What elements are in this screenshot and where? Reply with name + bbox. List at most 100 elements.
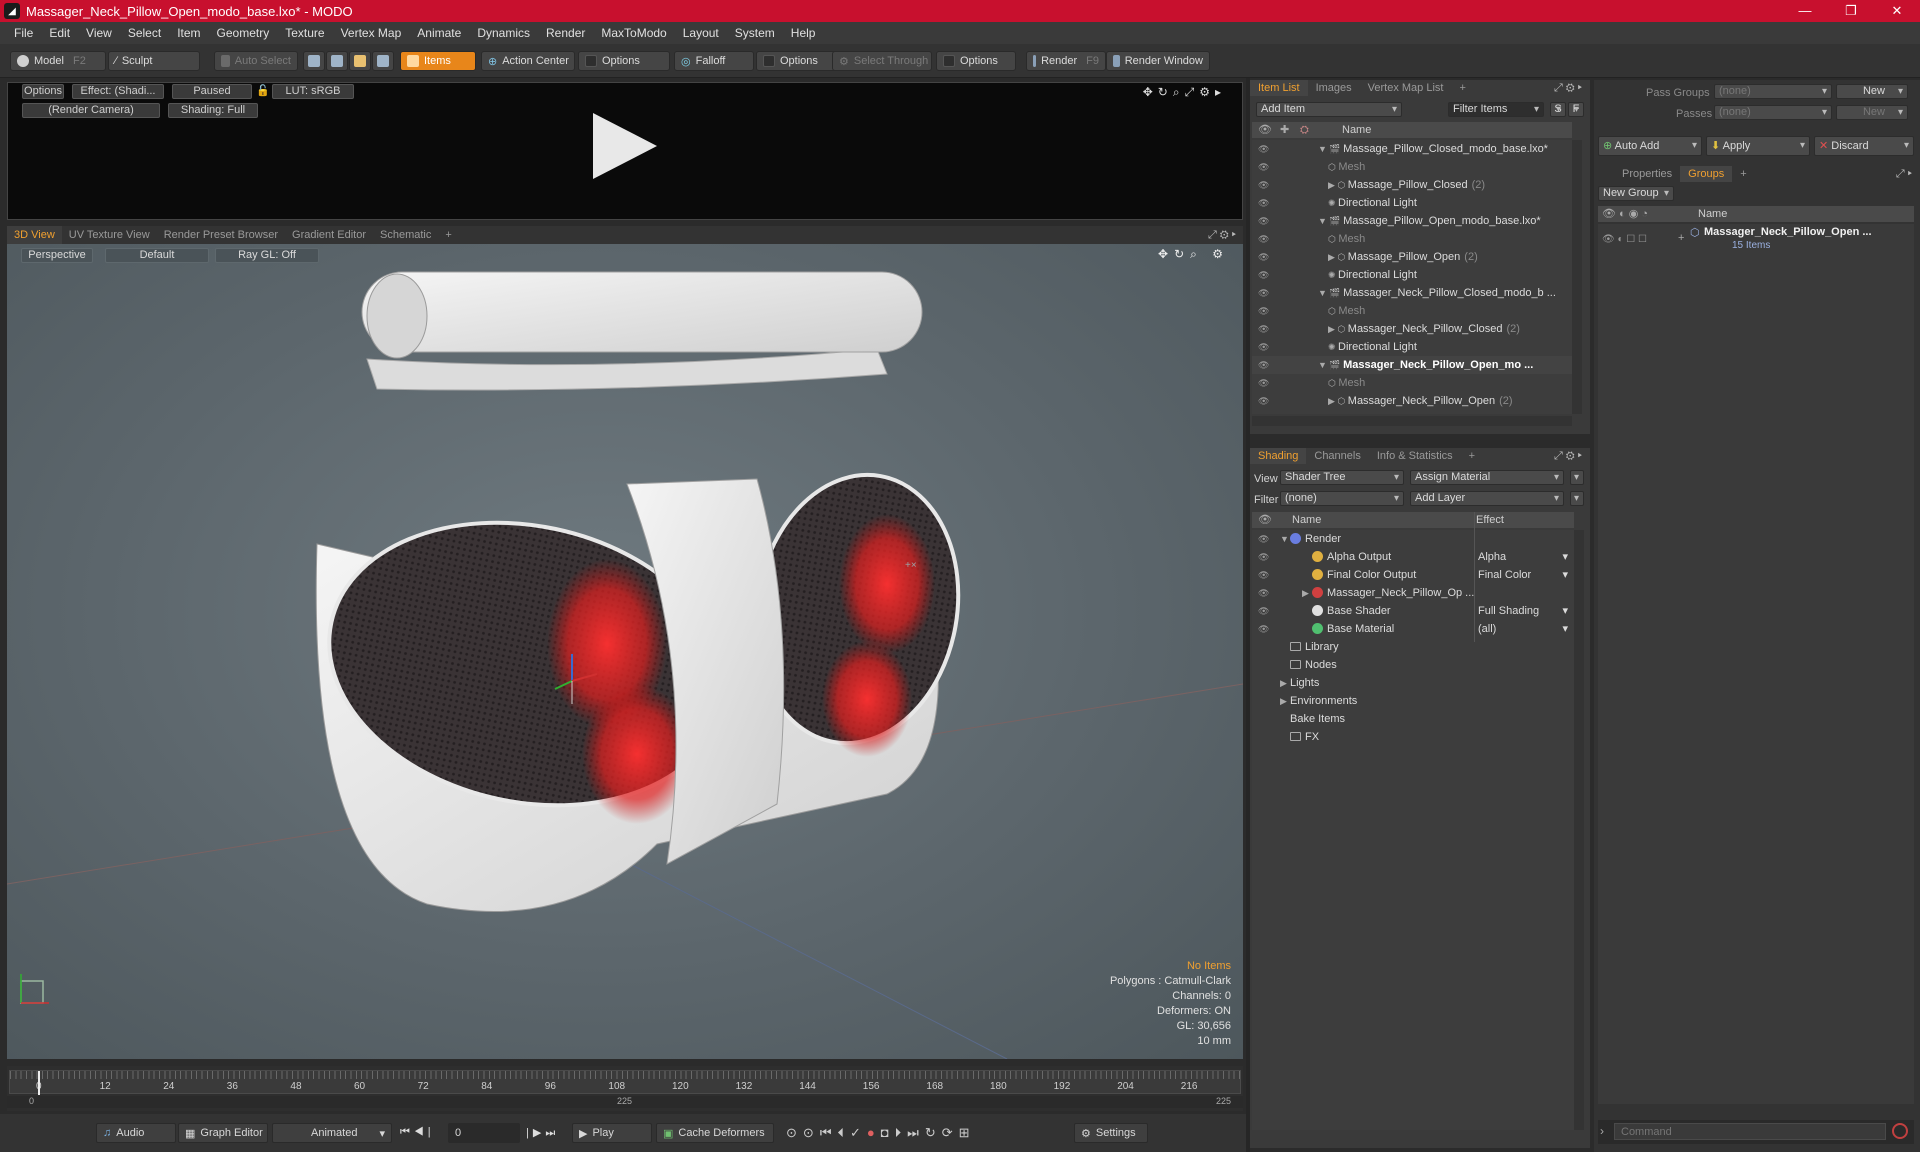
prev-icon[interactable]: ⏴ — [838, 1125, 851, 1140]
menu-item[interactable]: Item — [169, 26, 208, 40]
effect-dropdown[interactable]: Full Shading ▾ — [1478, 602, 1572, 620]
play-icon[interactable] — [593, 113, 657, 179]
menu-maxtomodo[interactable]: MaxToModo — [593, 26, 674, 40]
f-button[interactable]: F — [1568, 102, 1584, 117]
action-center-button[interactable]: ⊕ Action Center — [481, 51, 575, 71]
tab-item-list[interactable]: Item List — [1250, 80, 1308, 96]
visibility-eye-icon[interactable]: 👁 — [1258, 270, 1270, 280]
visibility-eye-icon[interactable]: 👁 — [1258, 624, 1270, 634]
select-through-button[interactable]: ⚙ Select Through — [832, 51, 932, 71]
viewport-maximize-icon[interactable]: ⤢ ⚙ ▸ — [1201, 226, 1243, 244]
shader-tree-row[interactable]: ▶ Environments — [1252, 692, 1574, 710]
play-button[interactable]: ▶ Play — [572, 1123, 652, 1143]
column-divider[interactable] — [1474, 512, 1475, 642]
model-mode-button[interactable]: Model F2 — [10, 51, 106, 71]
timeline-range[interactable]: 0 225 225 — [7, 1096, 1243, 1108]
3d-viewport[interactable]: Perspective Default Ray GL: Off ✥↻⌕ ⚙ +×… — [7, 244, 1243, 1059]
shader-tree-row[interactable]: 👁 Alpha Output Alpha ▾ — [1252, 548, 1574, 566]
item-list-hscrollbar[interactable] — [1252, 416, 1572, 426]
item-list-row[interactable]: 👁 ⬡ Mesh — [1252, 374, 1572, 392]
visibility-eye-icon[interactable]: 👁 — [1258, 342, 1270, 352]
next-key-icon[interactable]: ⏭ — [907, 1125, 925, 1140]
group-row[interactable]: 👁 ◐ ☐ ☐ + ⬡ Massager_Neck_Pillow_Open ..… — [1598, 226, 1914, 256]
render-window-button[interactable]: Render Window — [1106, 51, 1210, 71]
preview-camera-dropdown[interactable]: (Render Camera) — [22, 103, 160, 118]
apply-button[interactable]: ⬇ Apply — [1706, 136, 1810, 156]
effect-dropdown[interactable]: (all) ▾ — [1478, 620, 1572, 638]
menu-render[interactable]: Render — [538, 26, 593, 40]
visibility-eye-icon[interactable]: 👁 — [1258, 534, 1270, 544]
pass-groups-dropdown[interactable]: (none) — [1714, 84, 1832, 99]
item-list-row[interactable]: 👁 ▶ ⬡ Massager_Neck_Pillow_Closed (2) — [1252, 320, 1572, 338]
item-list-row[interactable]: 👁 ▶ ⬡ Massage_Pillow_Open (2) — [1252, 248, 1572, 266]
expand-icon[interactable]: ▼ — [1280, 530, 1290, 548]
panel-maximize-icon[interactable]: ⤢ ⚙ ▸ — [1546, 448, 1590, 464]
menu-animate[interactable]: Animate — [409, 26, 469, 40]
add-layer-dropdown[interactable]: Add Layer — [1410, 491, 1564, 506]
graph-editor-button[interactable]: ▦ Graph Editor — [178, 1123, 268, 1143]
polygons-mode-button[interactable] — [349, 51, 371, 71]
shader-tree-scrollbar[interactable] — [1574, 530, 1584, 1130]
auto-add-button[interactable]: ⊕ Auto Add — [1598, 136, 1702, 156]
item-list-row[interactable]: 👁 ⬡ Mesh — [1252, 230, 1572, 248]
render-button[interactable]: Render F9 — [1026, 51, 1106, 71]
preview-effect-dropdown[interactable]: Effect: (Shadi... — [72, 84, 164, 99]
audio-button[interactable]: ♫ Audio — [96, 1123, 176, 1143]
tab-add[interactable]: + — [438, 226, 458, 244]
menu-geometry[interactable]: Geometry — [209, 26, 278, 40]
key-icon[interactable]: ⊙ — [786, 1125, 803, 1140]
new-group-button[interactable]: New Group — [1598, 186, 1674, 201]
expand-icon[interactable]: ▶ — [1280, 674, 1290, 692]
timeline-ruler[interactable]: 0122436486072849610812013214415616818019… — [9, 1070, 1241, 1095]
expand-icon[interactable]: + — [1678, 232, 1684, 244]
edges-mode-button[interactable] — [326, 51, 348, 71]
view-dropdown[interactable]: Shader Tree — [1280, 470, 1404, 485]
animated-dropdown[interactable]: Animated ▾ — [272, 1123, 392, 1143]
tab-groups[interactable]: Groups — [1680, 166, 1733, 182]
shader-tree-row[interactable]: Nodes — [1252, 656, 1574, 674]
command-input[interactable] — [1614, 1123, 1886, 1140]
visibility-eye-icon[interactable]: 👁 — [1258, 162, 1270, 172]
item-list-row[interactable]: 👁 ▼ 🎬 Massage_Pillow_Open_modo_base.lxo* — [1252, 212, 1572, 230]
timeline[interactable]: 0122436486072849610812013214415616818019… — [7, 1066, 1243, 1111]
preview-paused-button[interactable]: Paused — [172, 84, 252, 99]
next-icon[interactable]: ⏵ — [895, 1125, 908, 1140]
record-macro-icon[interactable] — [1892, 1123, 1908, 1139]
new-pass-button[interactable]: New — [1836, 105, 1908, 120]
zoom-icon[interactable]: ⌕ — [1173, 85, 1185, 99]
select-through-options-button[interactable]: Options — [936, 51, 1016, 71]
minimize-icon[interactable]: — — [1782, 0, 1828, 22]
tab-schematic[interactable]: Schematic — [373, 226, 438, 244]
filter-items-input[interactable]: Filter Items — [1448, 102, 1544, 117]
visibility-eye-icon[interactable]: 👁 — [1258, 306, 1270, 316]
visibility-eye-icon[interactable]: 👁 — [1258, 396, 1270, 406]
shader-tree-row[interactable]: 👁 Base Shader Full Shading ▾ — [1252, 602, 1574, 620]
sculpt-mode-button[interactable]: ∕ Sculpt — [108, 51, 200, 71]
lock-icon[interactable]: 🔓 — [256, 84, 270, 97]
visibility-eye-icon[interactable]: 👁 — [1258, 252, 1270, 262]
tab-info-statistics[interactable]: Info & Statistics — [1369, 448, 1461, 464]
tab-vertex-map-list[interactable]: Vertex Map List — [1360, 80, 1452, 96]
visibility-eye-icon[interactable]: 👁 — [1258, 360, 1270, 370]
menu-file[interactable]: File — [6, 26, 41, 40]
item-list-row[interactable]: 👁 ⬡ Mesh — [1252, 302, 1572, 320]
tab-add[interactable]: + — [1732, 166, 1754, 182]
tab-uv-texture-view[interactable]: UV Texture View — [62, 226, 157, 244]
item-list-row[interactable]: 👁 ▶ ⬡ Massage_Pillow_Closed (2) — [1252, 176, 1572, 194]
gear-icon[interactable]: ⚙ — [1199, 85, 1215, 99]
key2-icon[interactable]: ⊙ — [803, 1125, 820, 1140]
auto-key-icon[interactable]: ◘ — [881, 1125, 895, 1140]
preview-options-button[interactable]: Options — [22, 84, 64, 99]
menu-vertex-map[interactable]: Vertex Map — [333, 26, 410, 40]
record-icon[interactable]: ● — [867, 1125, 881, 1140]
filter-dropdown[interactable]: (none) — [1280, 491, 1404, 506]
visibility-eye-icon[interactable]: 👁 — [1258, 144, 1270, 154]
shader-tree-row[interactable]: 👁 ▶ Massager_Neck_Pillow_Op ... — [1252, 584, 1574, 602]
tab-channels[interactable]: Channels — [1306, 448, 1368, 464]
menu-texture[interactable]: Texture — [277, 26, 332, 40]
shader-tree-row[interactable]: 👁 Final Color Output Final Color ▾ — [1252, 566, 1574, 584]
cache-deformers-button[interactable]: ▣ Cache Deformers — [656, 1123, 774, 1143]
vertices-mode-button[interactable] — [303, 51, 325, 71]
new-pass-group-button[interactable]: New — [1836, 84, 1908, 99]
discard-button[interactable]: ✕ Discard — [1814, 136, 1914, 156]
